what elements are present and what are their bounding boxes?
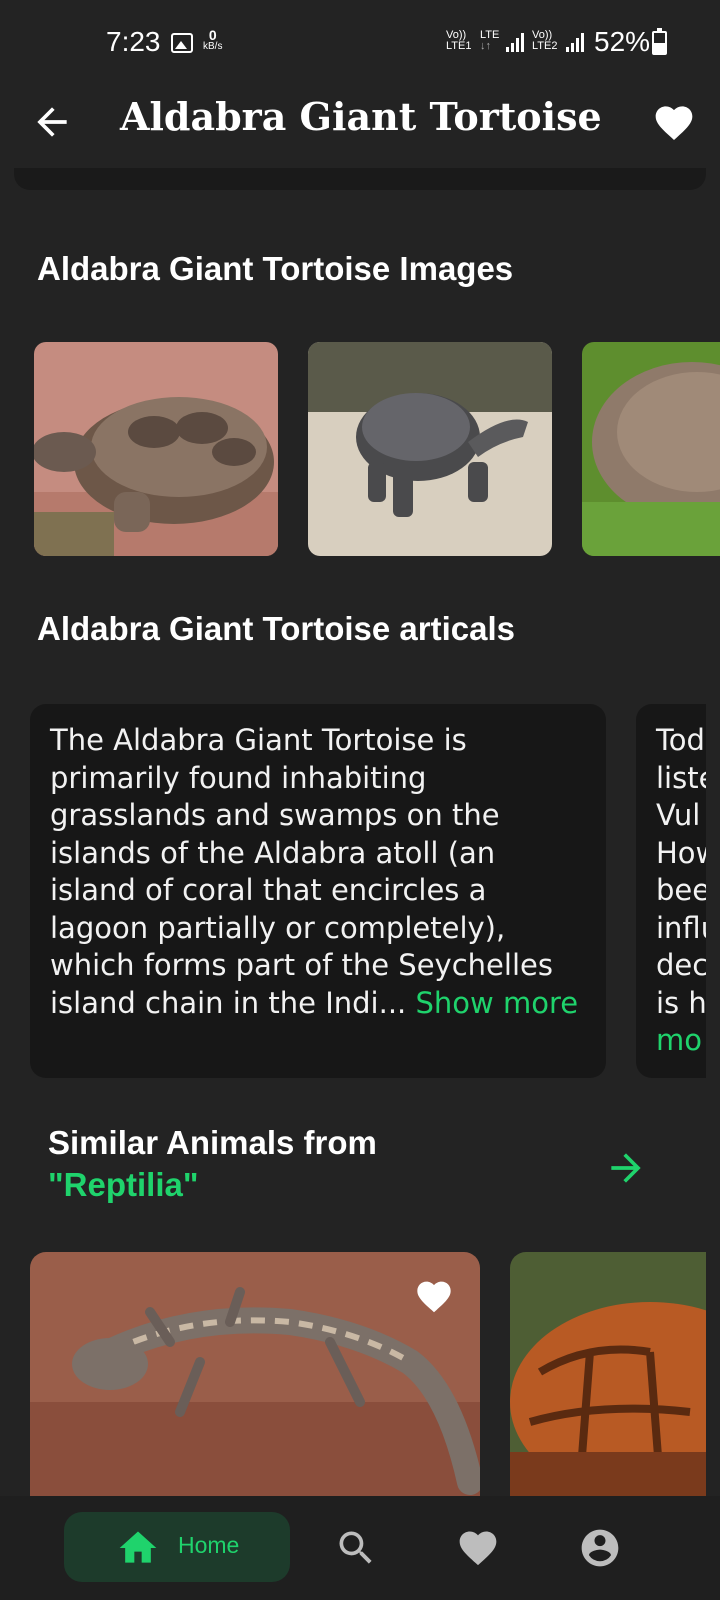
nav-home-label: Home xyxy=(178,1532,240,1558)
signal-sim2-icon xyxy=(566,32,588,52)
status-bar: 7:23 0 kB/s Vo)) LTE1 LTE ↓↑ Vo)) LTE2 5… xyxy=(0,0,720,88)
app-bar: Aldabra Giant Tortoise xyxy=(0,88,720,168)
network-speed-unit: kB/s xyxy=(203,41,223,52)
nav-profile[interactable] xyxy=(578,1526,622,1570)
battery-percent: 52% xyxy=(594,26,651,57)
tortoise-photo-2 xyxy=(308,342,552,556)
signal-sim1-icon xyxy=(506,32,528,52)
similar-animal-card-1[interactable] xyxy=(30,1252,480,1496)
account-icon xyxy=(581,1529,619,1567)
lte-arrows: ↓↑ xyxy=(480,40,491,52)
similar-section-title: Similar Animals from xyxy=(48,1124,377,1161)
bottom-navigation: Home xyxy=(0,1496,720,1600)
sim1-indicator: Vo)) LTE1 xyxy=(446,30,471,52)
article-line-end: island chain in the Indi... xyxy=(50,985,407,1020)
battery-icon xyxy=(652,28,667,55)
tortoise-photo-3 xyxy=(582,342,720,556)
sim2-indicator: Vo)) LTE2 xyxy=(532,30,557,52)
search-icon xyxy=(339,1531,372,1564)
lte-indicator: LTE ↓↑ xyxy=(480,30,499,52)
article-line: grasslands and swamps on the xyxy=(50,798,500,832)
network-speed: 0 kB/s xyxy=(203,27,223,52)
article-line: lagoon partially or completely), xyxy=(50,910,506,945)
images-section-title: Aldabra Giant Tortoise Images xyxy=(37,250,514,287)
tortoise-image-3[interactable] xyxy=(582,342,720,556)
see-all-button[interactable] xyxy=(604,1146,648,1190)
arrow-left-icon xyxy=(37,107,67,137)
tortoise-image-2[interactable] xyxy=(308,342,552,556)
overview-card-edge xyxy=(14,168,706,190)
article-card-1[interactable]: The Aldabra Giant Tortoise is primarily … xyxy=(30,704,606,1078)
heart-icon xyxy=(459,1531,497,1566)
arrow-right-icon xyxy=(611,1153,641,1183)
tortoise-image-1[interactable] xyxy=(34,342,278,556)
nav-favorites[interactable] xyxy=(456,1526,500,1570)
page-title: Aldabra Giant Tortoise xyxy=(120,94,602,139)
status-time: 7:23 xyxy=(106,26,161,57)
article-line: islands of the Aldabra atoll (an xyxy=(50,835,496,870)
similar-class-name: "Reptilia" xyxy=(48,1166,199,1203)
back-button[interactable] xyxy=(30,100,74,144)
nav-home[interactable]: Home xyxy=(64,1512,290,1582)
article-line: which forms part of the Seychelles xyxy=(50,948,553,982)
article-text-1: The Aldabra Giant Tortoise is primarily … xyxy=(50,722,592,1022)
sim1-label: LTE1 xyxy=(446,40,472,52)
screen-edge-mask xyxy=(706,690,720,1090)
box-turtle-photo xyxy=(510,1252,706,1496)
network-speed-value: 0 xyxy=(208,27,217,43)
gallery-notification-icon xyxy=(171,33,193,53)
article-line: island of coral that encircles a xyxy=(50,873,487,907)
nav-search[interactable] xyxy=(334,1526,378,1570)
heart-icon xyxy=(655,106,693,140)
articles-section-title: Aldabra Giant Tortoise articals xyxy=(37,610,516,647)
show-more-link[interactable]: Show more xyxy=(416,986,579,1020)
sim2-label: LTE2 xyxy=(532,40,558,52)
article-line: primarily found inhabiting xyxy=(50,760,427,795)
similar-animal-card-2[interactable] xyxy=(510,1252,706,1496)
article-line: island chain in the Indi... Show more xyxy=(50,985,592,1023)
home-icon xyxy=(119,1531,157,1563)
animal-favorite-button[interactable] xyxy=(414,1276,454,1313)
heart-icon xyxy=(417,1281,451,1313)
tortoise-photo-1 xyxy=(34,342,278,556)
lizard-photo xyxy=(30,1252,480,1496)
article-line: The Aldabra Giant Tortoise is xyxy=(50,723,467,757)
favorite-button[interactable] xyxy=(652,100,696,140)
